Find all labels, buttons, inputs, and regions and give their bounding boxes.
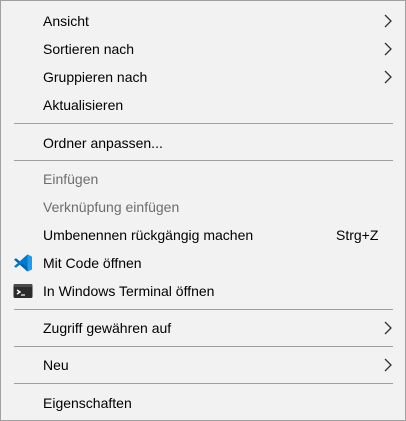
menu-separator — [14, 383, 393, 384]
menu-item-label: Verknüpfung einfügen — [43, 199, 180, 215]
chevron-right-icon — [384, 42, 392, 56]
menu-item-label: Aktualisieren — [43, 97, 124, 113]
menu-item-group-by[interactable]: Gruppieren nach — [1, 63, 405, 91]
menu-item-label: Mit Code öffnen — [43, 255, 142, 271]
menu-item-paste[interactable]: Einfügen — [1, 165, 405, 193]
menu-item-undo-rename[interactable]: Umbenennen rückgängig machen Strg+Z — [1, 221, 405, 249]
menu-item-give-access-to[interactable]: Zugriff gewähren auf — [1, 314, 405, 342]
menu-item-sort-by[interactable]: Sortieren nach — [1, 35, 405, 63]
chevron-right-icon — [384, 358, 392, 372]
keyboard-shortcut: Strg+Z — [336, 227, 379, 243]
menu-item-customize-folder[interactable]: Ordner anpassen... — [1, 129, 405, 157]
menu-item-label: Sortieren nach — [43, 41, 135, 57]
menu-separator — [14, 346, 393, 347]
chevron-right-icon — [384, 70, 392, 84]
menu-item-label: Umbenennen rückgängig machen — [43, 227, 254, 243]
menu-item-view[interactable]: Ansicht — [1, 7, 405, 35]
menu-item-label: Ordner anpassen... — [43, 135, 163, 151]
menu-separator — [14, 309, 393, 310]
menu-item-label: Gruppieren nach — [43, 69, 148, 85]
vscode-icon — [14, 254, 32, 272]
menu-item-open-with-code[interactable]: Mit Code öffnen — [1, 249, 405, 277]
chevron-right-icon — [384, 14, 392, 28]
menu-item-label: In Windows Terminal öffnen — [43, 283, 215, 299]
menu-item-label: Ansicht — [43, 13, 89, 29]
menu-item-paste-shortcut[interactable]: Verknüpfung einfügen — [1, 193, 405, 221]
menu-item-new[interactable]: Neu — [1, 351, 405, 379]
terminal-icon — [13, 284, 33, 298]
menu-separator — [14, 123, 393, 124]
chevron-right-icon — [384, 321, 392, 335]
menu-item-refresh[interactable]: Aktualisieren — [1, 91, 405, 119]
menu-separator — [14, 160, 393, 161]
menu-item-properties[interactable]: Eigenschaften — [1, 389, 405, 417]
context-menu: Ansicht Sortieren nach Gruppieren nach A… — [0, 0, 406, 421]
menu-item-label: Eigenschaften — [43, 395, 132, 411]
menu-item-open-in-terminal[interactable]: In Windows Terminal öffnen — [1, 277, 405, 305]
menu-item-label: Neu — [43, 357, 69, 373]
menu-item-label: Zugriff gewähren auf — [43, 320, 172, 336]
menu-item-label: Einfügen — [43, 171, 99, 187]
